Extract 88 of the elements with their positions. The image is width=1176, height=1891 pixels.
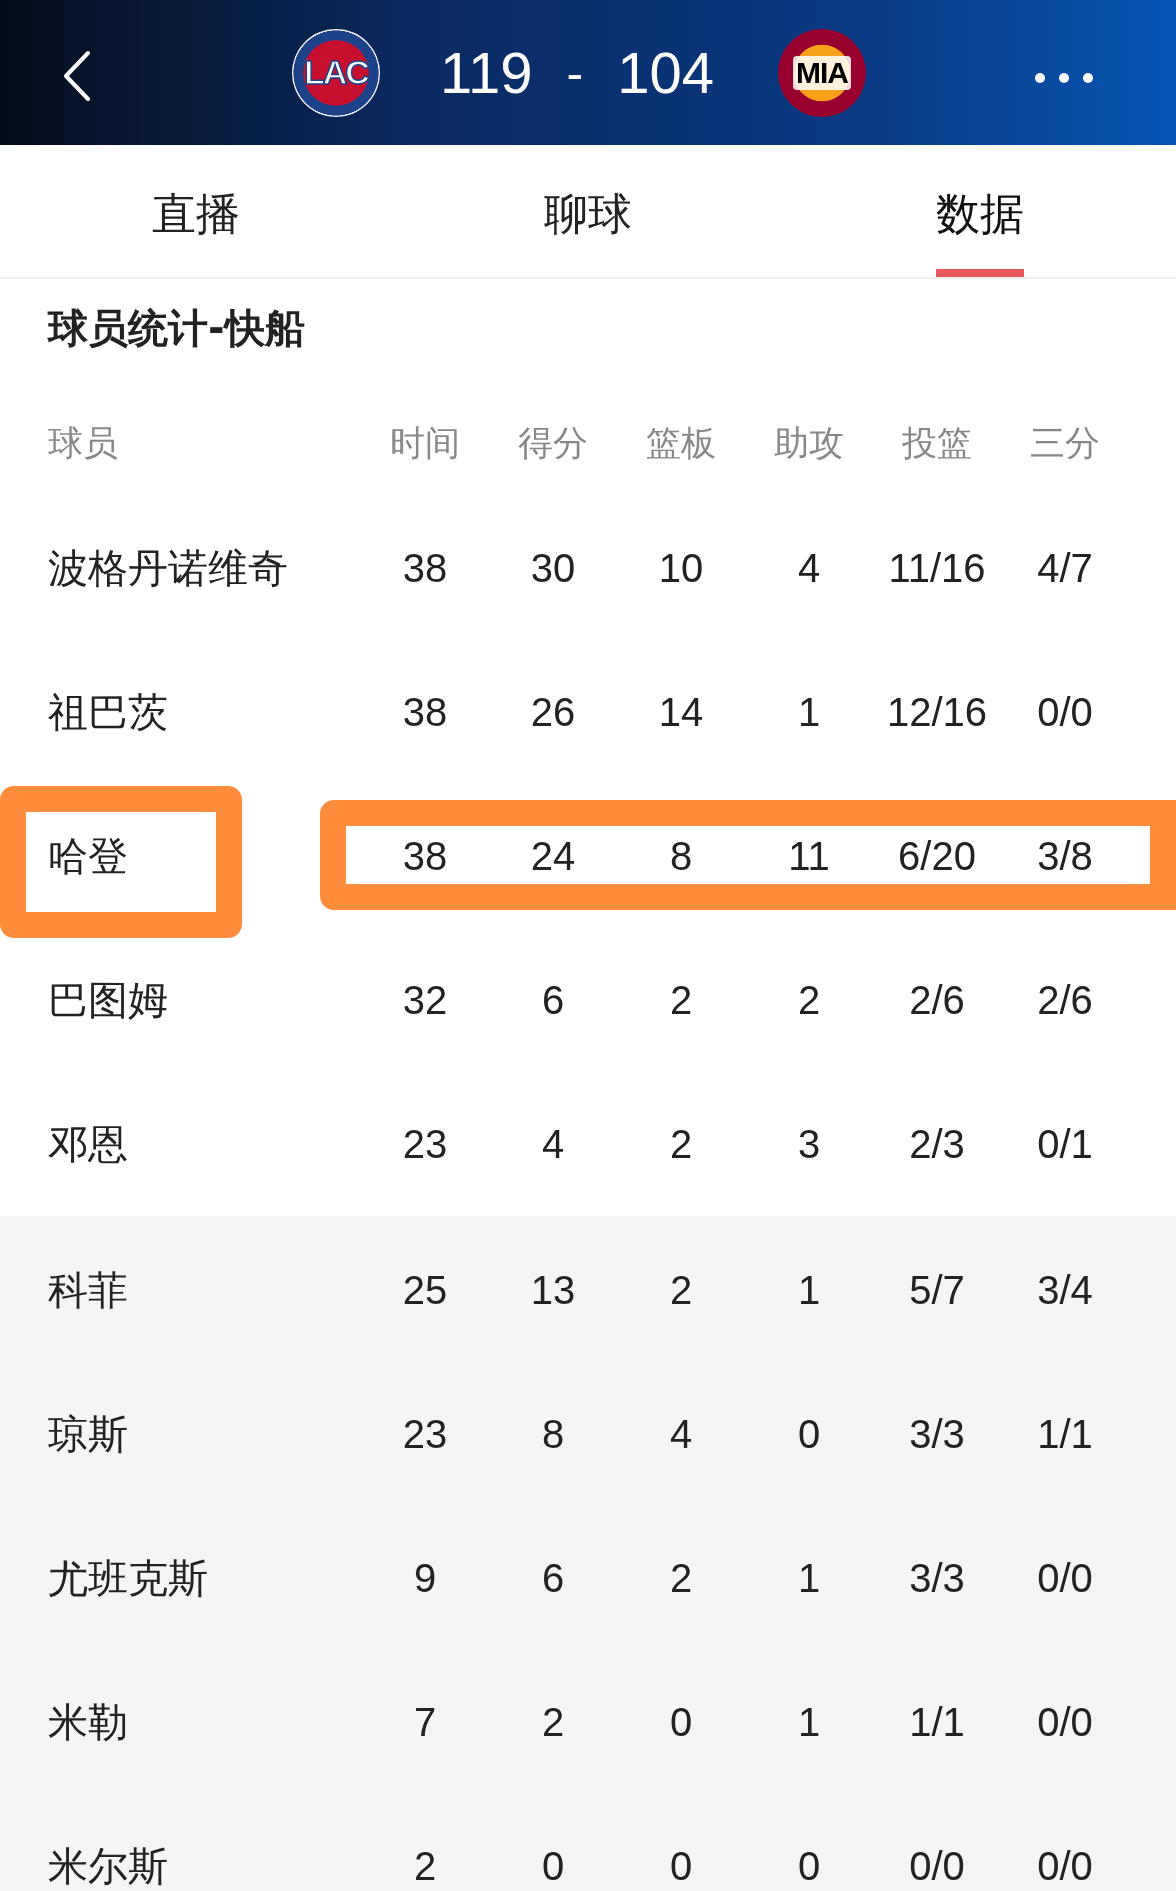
column-header: 助攻: [773, 422, 845, 465]
column-header: 球员: [47, 422, 119, 465]
table-cell-text: 8: [668, 833, 694, 879]
tab[interactable]: 数据: [936, 145, 1024, 277]
table-cell-text: 尤班克斯: [47, 1553, 209, 1603]
table-cell-text: 25: [401, 1267, 449, 1313]
table-cell-text: 32: [401, 977, 449, 1023]
table-cell-text: 3/3: [908, 1411, 966, 1457]
table-cell-text: 2: [540, 1699, 566, 1745]
table-cell-text: 巴图姆: [47, 975, 169, 1025]
column-header: 篮板: [645, 422, 717, 465]
table-cell-text: 8: [540, 1411, 566, 1457]
table-cell-text: 2: [412, 1843, 438, 1889]
table-cell-text: 1/1: [908, 1699, 966, 1745]
table-cell-text: 26: [529, 689, 577, 735]
table-cell-text: 0/0: [1036, 1843, 1094, 1889]
table-cell-text: 2/6: [1036, 977, 1094, 1023]
table-cell-text: 11: [787, 833, 831, 879]
table-cell-text: 1/1: [1036, 1411, 1094, 1457]
table-cell-text: 米尔斯: [47, 1841, 169, 1891]
table-cell-text: 2: [668, 977, 694, 1023]
column-header: 三分: [1029, 422, 1101, 465]
table-cell-text: 2: [668, 1121, 694, 1167]
table-cell-text: 0: [796, 1411, 822, 1457]
table-cell-text: 0: [668, 1699, 694, 1745]
table-cell-text: 3: [796, 1121, 822, 1167]
table-cell-text: 6: [540, 1555, 566, 1601]
home-score: 119: [440, 39, 533, 106]
table-cell-text: 12/16: [885, 689, 989, 735]
table-cell-text: 38: [401, 689, 449, 735]
tab[interactable]: 聊球: [544, 145, 632, 277]
column-header: 投篮: [901, 422, 973, 465]
table-cell-text: 10: [657, 545, 705, 591]
table-cell-text: 3/3: [908, 1555, 966, 1601]
table-cell-text: 24: [529, 833, 577, 879]
table-cell-text: 0/1: [1036, 1121, 1094, 1167]
table-cell-text: 30: [529, 545, 577, 591]
table-cell-text: 6: [540, 977, 566, 1023]
table-cell-text: 祖巴茨: [47, 687, 169, 737]
table-cell-text: 3/8: [1036, 833, 1094, 879]
away-score: 104: [617, 39, 714, 106]
table-cell-text: 38: [401, 833, 449, 879]
table-cell-text: 米勒: [47, 1697, 129, 1747]
score-separator: -: [566, 43, 584, 102]
table-cell-text: 1: [796, 1699, 822, 1745]
table-cell-text: 1: [796, 1267, 822, 1313]
table-cell-text: 0: [796, 1843, 822, 1889]
table-cell-text: 2: [668, 1267, 694, 1313]
table-cell-text: 2: [796, 977, 822, 1023]
table-cell-text: 波格丹诺维奇: [47, 543, 289, 593]
table-cell-text: 琼斯: [47, 1409, 129, 1459]
table-cell-text: 23: [401, 1121, 449, 1167]
more-icon[interactable]: [1034, 72, 1094, 84]
table-cell-text: 4: [796, 545, 822, 591]
table-cell-text: 4: [540, 1121, 566, 1167]
table-cell-text: 0/0: [1036, 689, 1094, 735]
table-cell-text: 0/0: [1036, 1555, 1094, 1601]
table-cell-text: 13: [529, 1267, 577, 1313]
table-cell-text: 邓恩: [47, 1119, 129, 1169]
table-cell-text: 5/7: [908, 1267, 966, 1313]
table-cell-text: 7: [412, 1699, 438, 1745]
table-cell-text: 科菲: [47, 1265, 129, 1315]
table-cell-text: 2/3: [908, 1121, 966, 1167]
table-cell-text: 2/6: [908, 977, 966, 1023]
table-cell-text: 0: [668, 1843, 694, 1889]
table-cell-text: 4: [668, 1411, 694, 1457]
table-cell-text: 0/0: [1036, 1699, 1094, 1745]
back-icon[interactable]: [62, 50, 92, 102]
table-cell-text: 4/7: [1036, 545, 1094, 591]
table-cell-text: 哈登: [47, 831, 129, 881]
table-cell-text: 6/20: [897, 833, 977, 879]
table-cell-text: 1: [796, 689, 822, 735]
table-cell-text: 11/16: [887, 545, 987, 591]
table-cell-text: 14: [657, 689, 705, 735]
column-header: 时间: [389, 422, 461, 465]
table-cell-text: 23: [401, 1411, 449, 1457]
table-cell-text: 2: [668, 1555, 694, 1601]
column-header: 得分: [517, 422, 589, 465]
table-cell-text: 38: [401, 545, 449, 591]
table-cell-text: 1: [796, 1555, 822, 1601]
table-cell-text: 0/0: [908, 1843, 966, 1889]
team-logo: MIA: [777, 28, 866, 117]
tab[interactable]: 直播: [152, 145, 240, 277]
table-cell-text: 9: [412, 1555, 438, 1601]
table-cell-text: 0: [540, 1843, 566, 1889]
team-logo: LAC: [292, 28, 380, 117]
table-cell-text: 3/4: [1036, 1267, 1094, 1313]
section-title: 球员统计-快船: [46, 304, 306, 353]
